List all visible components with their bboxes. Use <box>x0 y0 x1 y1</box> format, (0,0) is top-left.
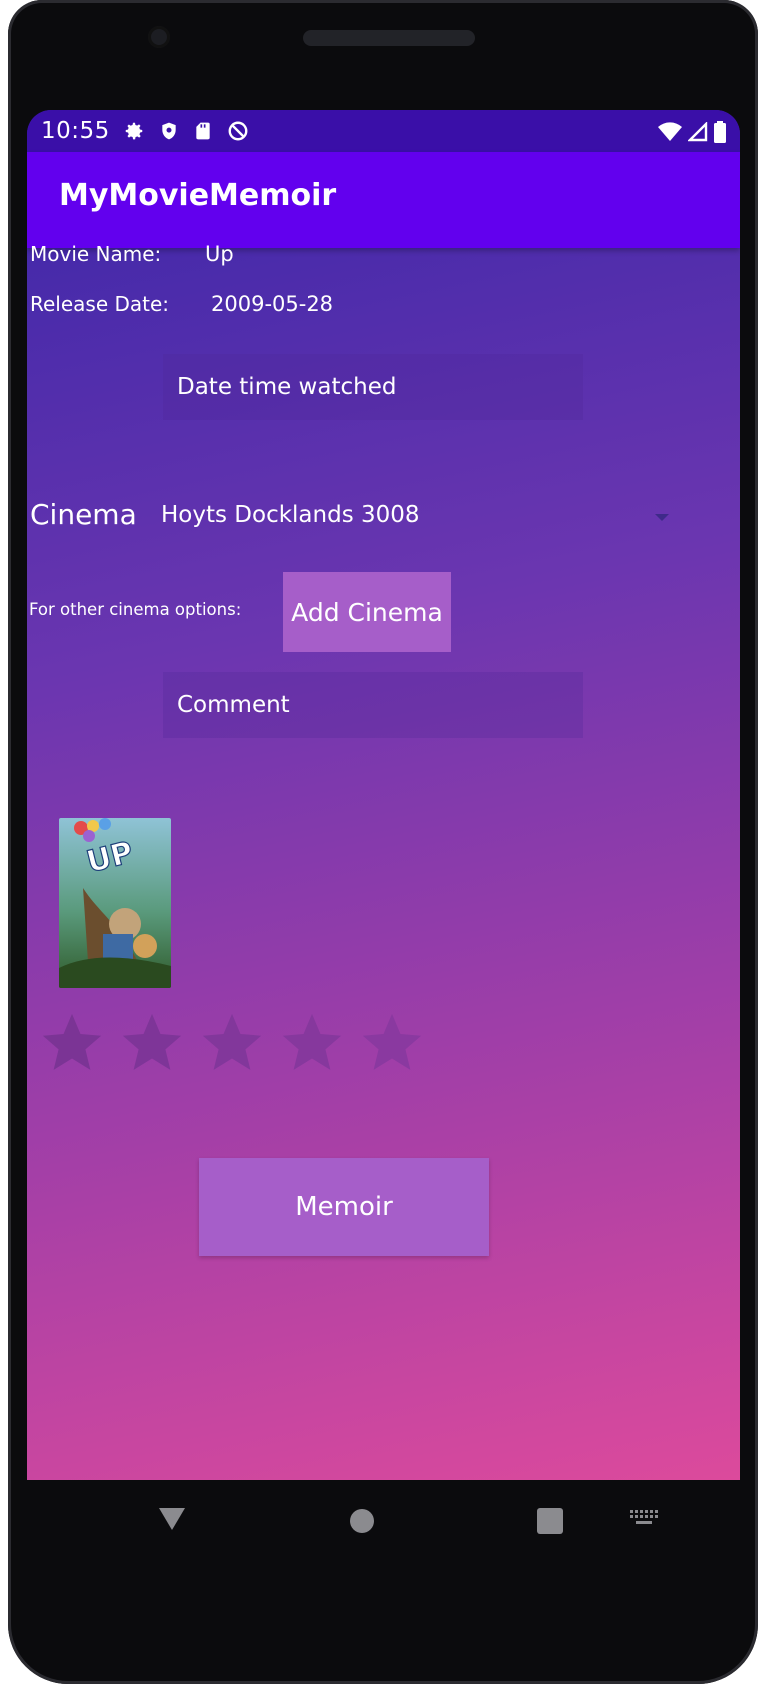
status-system-icons <box>658 121 726 143</box>
phone-frame: 10:55 MyMovieMemoir Movie Name: Up Relea… <box>8 0 758 1684</box>
status-notification-icons <box>123 120 249 142</box>
release-date-value: 2009-05-28 <box>211 292 334 316</box>
rating-bar[interactable] <box>37 1008 427 1078</box>
shield-icon <box>162 122 176 140</box>
app-bar: MyMovieMemoir <box>27 152 740 248</box>
movie-poster: UP <box>59 818 171 988</box>
status-time: 10:55 <box>41 118 110 144</box>
star-icon-3[interactable] <box>197 1008 267 1078</box>
star-icon-1[interactable] <box>37 1008 107 1078</box>
star-icon-4[interactable] <box>277 1008 347 1078</box>
memoir-button[interactable]: Memoir <box>199 1158 489 1256</box>
recents-icon[interactable] <box>537 1508 563 1534</box>
comment-input[interactable] <box>163 672 583 738</box>
back-icon[interactable] <box>157 1506 187 1532</box>
dropdown-arrow-icon <box>655 514 669 521</box>
cinema-label: Cinema <box>30 498 137 531</box>
release-date-label: Release Date: <box>30 292 170 316</box>
navigation-bar <box>27 1480 740 1570</box>
front-camera <box>148 26 170 48</box>
star-icon-5[interactable] <box>357 1008 427 1078</box>
app-title: MyMovieMemoir <box>59 178 337 213</box>
other-cinema-label: For other cinema options: <box>29 600 242 619</box>
movie-name-label: Movie Name: <box>30 242 162 266</box>
home-icon[interactable] <box>349 1508 375 1534</box>
add-cinema-button[interactable]: Add Cinema <box>283 572 451 652</box>
battery-icon <box>714 121 726 143</box>
date-time-watched-input[interactable] <box>163 354 583 420</box>
app-screen: 10:55 MyMovieMemoir Movie Name: Up Relea… <box>27 110 740 1480</box>
cinema-selected-value: Hoyts Docklands 3008 <box>161 502 420 528</box>
no-disturb-icon <box>228 121 248 141</box>
poster-image: UP <box>59 818 171 988</box>
status-bar: 10:55 <box>27 110 740 152</box>
star-icon-2[interactable] <box>117 1008 187 1078</box>
wifi-icon <box>658 122 682 141</box>
keyboard-icon[interactable] <box>630 1510 658 1528</box>
cinema-dropdown[interactable]: Hoyts Docklands 3008 <box>151 488 669 548</box>
movie-name-value: Up <box>205 242 234 266</box>
sd-card-icon <box>196 122 210 140</box>
signal-icon <box>688 122 708 142</box>
earpiece-speaker <box>303 30 475 46</box>
gear-icon <box>125 122 143 140</box>
